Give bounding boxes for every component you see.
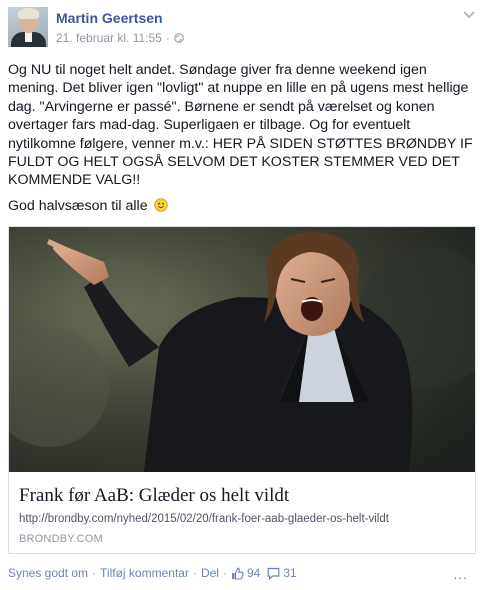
post-paragraph-closing: God halvsæson til alle (8, 197, 478, 215)
link-title[interactable]: Frank før AaB: Glæder os helt vildt (19, 485, 289, 507)
link-url[interactable]: http://brondby.com/nyhed/2015/02/20/fran… (19, 513, 389, 525)
link-photo[interactable] (9, 227, 475, 472)
post-actions: Synes godt om · Tilføj kommentar · Del ·… (8, 566, 297, 580)
avatar[interactable] (8, 7, 48, 47)
comment-icon (267, 567, 280, 580)
comment-count: 31 (283, 566, 297, 580)
coach-photo (9, 227, 475, 472)
post-paragraph: Og NU til noget helt andet. Søndage give… (8, 62, 473, 189)
like-link[interactable]: Synes godt om (8, 566, 88, 580)
like-counter[interactable]: 94 (231, 566, 260, 580)
chevron-down-icon[interactable] (462, 10, 476, 20)
closing-text: God halvsæson til alle (8, 197, 148, 214)
post-timestamp[interactable]: 21. februar kl. 11:55 (56, 31, 162, 45)
action-separator: · (192, 566, 197, 580)
post-meta: 21. februar kl. 11:55 · (56, 31, 184, 45)
post-card: Martin Geertsen 21. februar kl. 11:55 · … (0, 0, 486, 590)
avatar-hair (18, 8, 39, 19)
link-body: Frank før AaB: Glæder os helt vildt http… (9, 473, 475, 553)
more-icon[interactable]: ... (453, 566, 468, 582)
comment-link[interactable]: Tilføj kommentar (100, 566, 189, 580)
post-text: Og NU til noget helt andet. Søndage give… (8, 61, 478, 215)
link-domain: BRONDBY.COM (19, 533, 103, 545)
action-separator: · (92, 566, 97, 580)
smiley-icon (153, 198, 168, 212)
like-count: 94 (246, 566, 261, 580)
author-name[interactable]: Martin Geertsen (56, 10, 163, 26)
share-link[interactable]: Del (201, 566, 219, 580)
avatar-collar (25, 32, 32, 42)
meta-separator: · (165, 31, 170, 45)
globe-icon[interactable] (174, 33, 184, 43)
link-preview[interactable]: Frank før AaB: Glæder os helt vildt http… (8, 226, 476, 554)
comment-counter[interactable]: 31 (267, 566, 297, 580)
action-separator: · (222, 566, 227, 580)
thumbs-up-icon (231, 567, 244, 580)
